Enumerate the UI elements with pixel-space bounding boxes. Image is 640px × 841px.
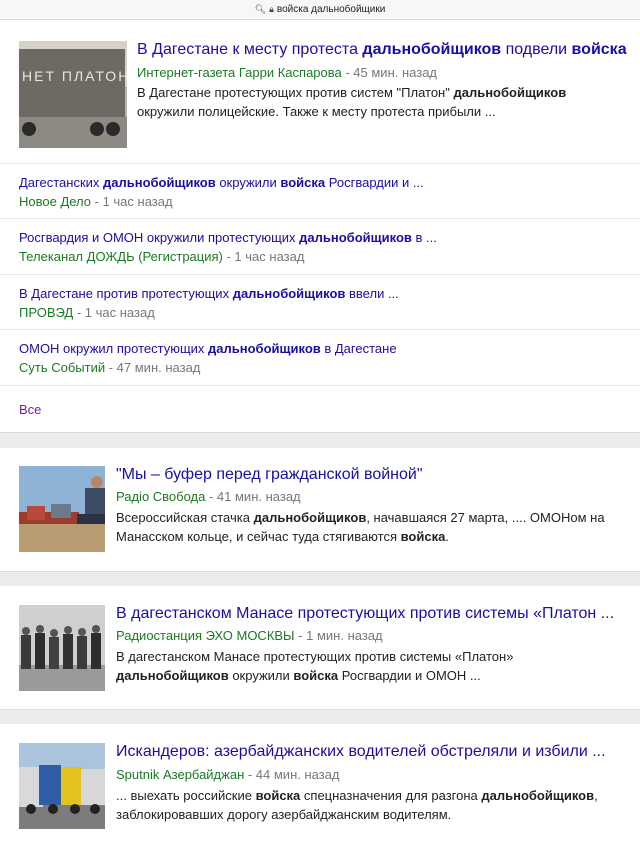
snippet-part: дальнобойщиков (481, 788, 595, 803)
related-story-title[interactable]: ОМОН окружил протестующих дальнобойщиков… (19, 341, 397, 356)
top-story-title-part: дальнобойщиков (362, 41, 502, 58)
related-story-title[interactable]: В Дагестане против протестующих дальнобо… (19, 286, 399, 301)
top-story-title-part: В Дагестане к месту протеста (137, 41, 363, 58)
title-part: в Дагестане (320, 341, 397, 356)
source-name[interactable]: Новое Дело (19, 194, 91, 209)
title-part: окружили (215, 175, 281, 190)
news-card: Искандеров: азербайджанских водителей об… (0, 724, 640, 841)
snippet-part: спецназначения для разгона (300, 788, 482, 803)
snippet-part: дальнобойщиков (116, 668, 229, 683)
story-snippet: В дагестанском Манасе протестующих проти… (116, 647, 621, 685)
title-part: "Мы – буфер перед гражданской войной" (116, 466, 423, 483)
source-time: - 1 час назад (91, 194, 173, 209)
title-part: ввели ... (345, 286, 399, 301)
news-card: "Мы – буфер перед гражданской войной" Ра… (0, 448, 640, 572)
related-story-title[interactable]: Росгвардия и ОМОН окружили протестующих … (19, 230, 437, 245)
title-part: в ... (411, 230, 437, 245)
source-time: - 41 мин. назад (205, 489, 301, 504)
story-source: Радиостанция ЭХО МОСКВЫ - 1 мин. назад (116, 628, 383, 643)
snippet-part: войска (255, 788, 301, 803)
related-story[interactable]: Росгвардия и ОМОН окружили протестующих … (0, 218, 640, 274)
snippet-part: дальнобойщиков (253, 510, 367, 525)
snippet-part: дальнобойщиков (453, 85, 567, 100)
snippet-part: войска (293, 668, 339, 683)
snippet-part: войска (400, 529, 446, 544)
title-part: дальнобойщиков (299, 230, 412, 245)
lock-icon: 🔒︎ (269, 4, 274, 14)
snippet-part: окружили полицейские. Также к месту прот… (137, 104, 496, 119)
top-story-snippet: В Дагестане протестующих против систем "… (137, 83, 627, 121)
source-time: - 1 час назад (222, 249, 305, 264)
thumb-truck-text: НЕТ ПЛАТОН (22, 68, 127, 84)
story-source: Sputnik Азербайджан - 44 мин. назад (116, 767, 340, 782)
title-part: В дагестанском Манасе протестующих проти… (116, 605, 615, 622)
snippet-part: Всероссийская стачка (116, 510, 254, 525)
source-name[interactable]: Sputnik Азербайджан (116, 767, 244, 782)
story-title[interactable]: В дагестанском Манасе протестующих проти… (116, 605, 614, 623)
snippet-part: В дагестанском Манасе протестующих проти… (116, 649, 514, 664)
story-snippet: Всероссийская стачка дальнобойщиков, нач… (116, 508, 621, 546)
all-coverage-row: Все (0, 385, 640, 433)
source-name[interactable]: Радиостанция ЭХО МОСКВЫ (116, 628, 295, 643)
title-part: Дагестанских (19, 175, 103, 190)
story-snippet: ... выехать российские войска спецназнач… (116, 786, 621, 824)
snippet-part: . (445, 529, 449, 544)
story-thumbnail[interactable] (19, 605, 105, 691)
title-part: В Дагестане против протестующих (19, 286, 233, 301)
related-story-source: Телеканал ДОЖДЬ (Регистрация) - 1 час на… (19, 249, 304, 264)
source-time: - 44 мин. назад (244, 767, 340, 782)
story-title[interactable]: "Мы – буфер перед гражданской войной" (116, 466, 423, 484)
top-story-title-part: войска (571, 41, 627, 58)
title-part: дальнобойщиков (232, 286, 346, 301)
source-name[interactable]: Телеканал ДОЖДЬ (Регистрация) (19, 249, 223, 264)
title-part: Росгвардии и ... (325, 175, 424, 190)
snippet-part: окружили (228, 668, 294, 683)
story-thumbnail[interactable]: НЕТ ПЛАТОН (19, 41, 127, 148)
news-card: В дагестанском Манасе протестующих проти… (0, 586, 640, 710)
story-title[interactable]: Искандеров: азербайджанских водителей об… (116, 743, 606, 761)
address-bar[interactable]: 🔍︎ 🔒︎ войска дальнобойщики (0, 0, 640, 20)
related-story-title[interactable]: Дагестанских дальнобойщиков окружили вой… (19, 175, 424, 190)
title-part: дальнобойщиков (208, 341, 321, 356)
address-bar-text: войска дальнобойщики (276, 4, 386, 15)
related-story[interactable]: Дагестанских дальнобойщиков окружили вой… (0, 163, 640, 219)
story-thumbnail[interactable] (19, 743, 105, 829)
title-part: Росгвардия и ОМОН окружили протестующих (19, 230, 300, 245)
related-story-source: ПРОВЭД - 1 час назад (19, 305, 155, 320)
related-story-source: Новое Дело - 1 час назад (19, 194, 173, 209)
source-name[interactable]: ПРОВЭД (19, 305, 73, 320)
snippet-part: В Дагестане протестующих против систем "… (137, 85, 454, 100)
title-part: войска (280, 175, 326, 190)
title-part: ОМОН окружил протестующих (19, 341, 209, 356)
title-part: дальнобойщиков (103, 175, 216, 190)
source-name[interactable]: Радіо Свобода (116, 489, 205, 504)
source-time: - 45 мин. назад (341, 65, 438, 80)
related-story-source: Суть Событий - 47 мин. назад (19, 360, 200, 375)
all-coverage-link[interactable]: Все (19, 402, 41, 417)
source-time: - 1 мин. назад (294, 628, 383, 643)
title-part: Искандеров: азербайджанских водителей об… (116, 743, 606, 760)
story-source: Радіо Свобода - 41 мин. назад (116, 489, 301, 504)
source-name[interactable]: Интернет-газета Гарри Каспарова (137, 65, 342, 80)
top-story-source: Интернет-газета Гарри Каспарова - 45 мин… (137, 65, 437, 80)
related-story[interactable]: В Дагестане против протестующих дальнобо… (0, 274, 640, 330)
snippet-part: Росгвардии и ОМОН ... (338, 668, 481, 683)
source-name[interactable]: Суть Событий (19, 360, 105, 375)
top-story-title[interactable]: В Дагестане к месту протеста дальнобойщи… (137, 41, 627, 59)
story-thumbnail[interactable] (19, 466, 105, 552)
related-story[interactable]: ОМОН окружил протестующих дальнобойщиков… (0, 329, 640, 385)
news-cluster-card: НЕТ ПЛАТОН В Дагестане к месту протеста … (0, 20, 640, 433)
source-time: - 47 мин. назад (105, 360, 201, 375)
source-time: - 1 час назад (73, 305, 155, 320)
search-icon: 🔍︎ (254, 4, 267, 14)
snippet-part: ... выехать российские (116, 788, 256, 803)
top-story-title-part: подвели (501, 41, 572, 58)
